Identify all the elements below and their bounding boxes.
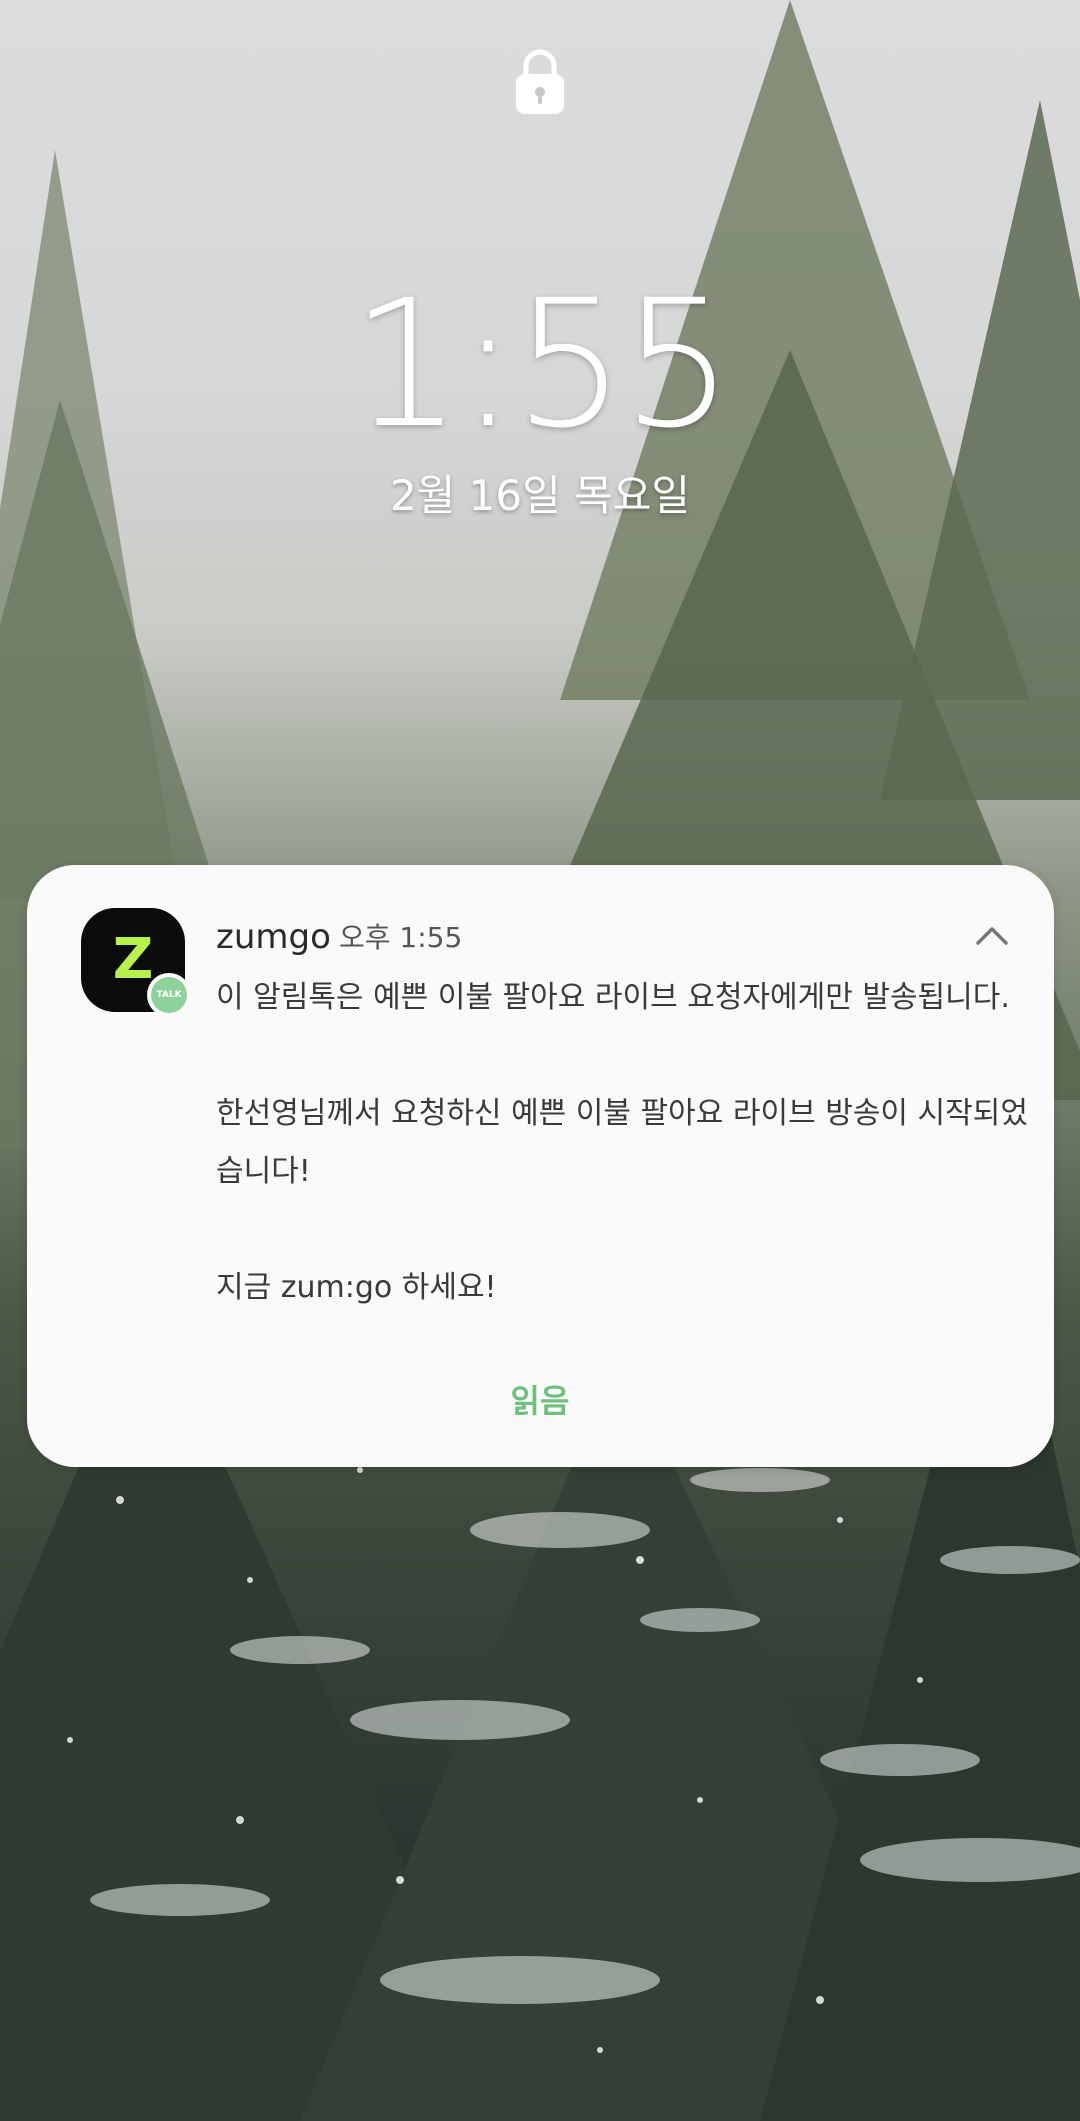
notification-app-name: zumgo [216, 917, 331, 957]
notification-message: 이 알림톡은 예쁜 이불 팔아요 라이브 요청자에게만 발송됩니다. 한선영님께… [216, 980, 1028, 1305]
notification-time: 오후 1:55 [339, 921, 463, 954]
talk-badge-label: TALK [151, 977, 187, 1013]
lockscreen-date: 2월 16일 목요일 [389, 471, 691, 520]
talk-badge-icon: TALK [147, 973, 191, 1017]
lockscreen-clock: 1:55 [350, 262, 733, 467]
notification-card[interactable]: Z TALK zumgo 오후 1:55 이 알림톡은 예쁜 이불 팔아요 라이… [27, 865, 1054, 1467]
mark-read-button[interactable]: 읽음 [460, 1371, 620, 1431]
lock-icon [516, 49, 564, 114]
chevron-up-icon[interactable] [972, 919, 1012, 951]
